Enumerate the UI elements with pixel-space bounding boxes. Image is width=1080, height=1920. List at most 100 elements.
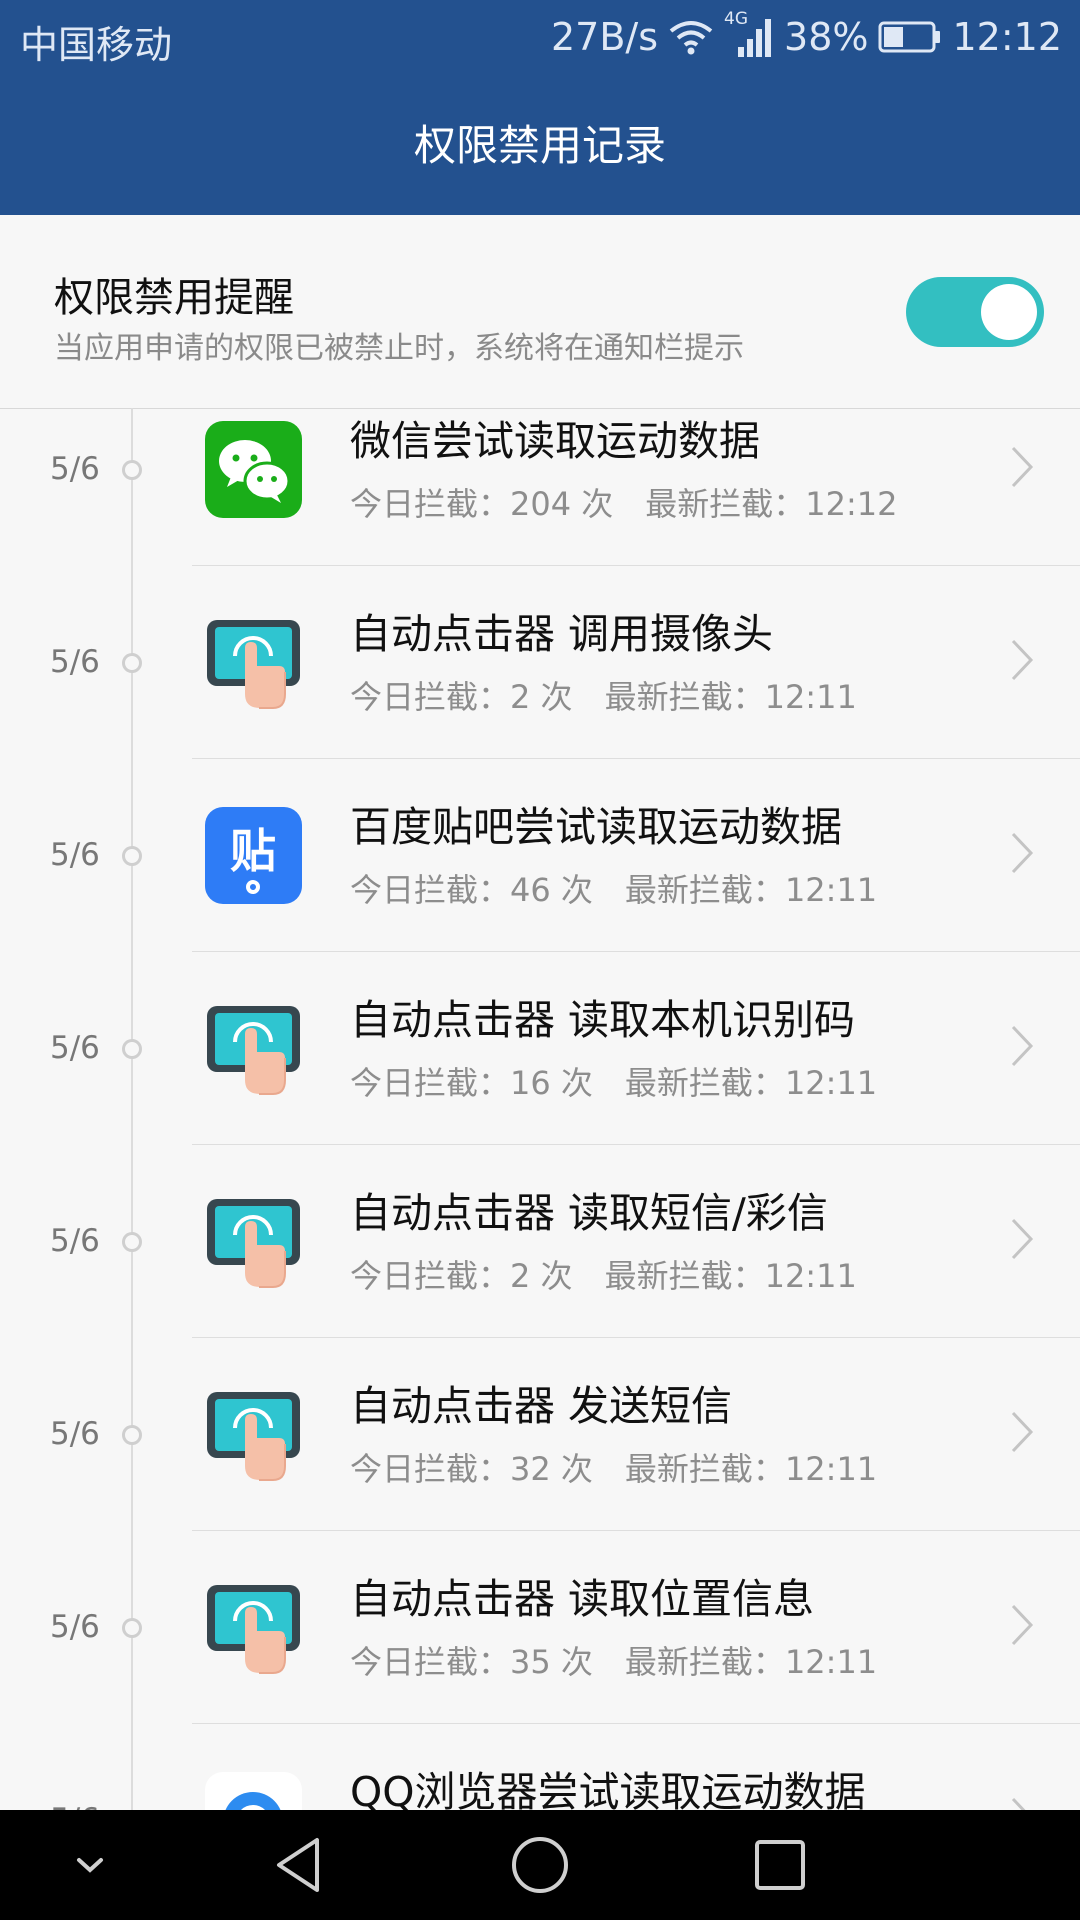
today-label: 今日拦截： [350,1450,511,1488]
setting-subtitle: 当应用申请的权限已被禁止时，系统将在通知栏提示 [54,331,744,366]
today-count: 2 次 [510,1257,573,1295]
auto-clicker-app-icon [205,1386,302,1483]
top-bar: 中国移动 27B/s 4G 38% 12:12 权限禁用记录 [0,0,1080,215]
reminder-toggle[interactable] [906,277,1044,347]
record-title: 自动点击器 调用摄像头 [350,610,774,658]
record-title: 自动点击器 发送短信 [350,1382,733,1430]
timeline-dot [122,460,142,480]
cellular-signal-icon: 4G [724,9,774,59]
record-date: 5/6 [50,451,100,487]
status-icons: 27B/s 4G 38% 12:12 [550,9,1062,62]
record-title: 微信尝试读取运动数据 [350,417,760,465]
today-count: 35 次 [510,1643,593,1681]
record-date: 5/6 [50,1416,100,1452]
record-row[interactable]: 5/6QQ浏览器尝试读取运动数据今日拦截：最新拦截： [0,1724,1080,1810]
latest-label: 最新拦截： [604,678,765,716]
record-row[interactable]: 5/6 微信尝试读取运动数据今日拦截：204 次最新拦截：12:12 [0,408,1080,566]
latest-label: 最新拦截： [645,485,806,523]
record-row[interactable]: 5/6 自动点击器 读取位置信息 今日拦截：35 次最新拦截：12:11 [0,1531,1080,1724]
svg-text:贴: 贴 [230,824,276,878]
latest-label: 最新拦截： [624,1643,785,1681]
today-count: 32 次 [510,1450,593,1488]
chevron-right-icon [1011,832,1034,874]
record-stats: 今日拦截：2 次最新拦截：12:11 [350,1251,857,1297]
record-title: QQ浏览器尝试读取运动数据 [350,1768,866,1810]
record-date: 5/6 [50,1030,100,1066]
today-count: 46 次 [510,871,593,909]
baidu-tieba-app-icon: 贴 [205,807,302,904]
record-date: 5/6 [50,1609,100,1645]
today-label: 今日拦截： [350,485,511,523]
record-title: 百度贴吧尝试读取运动数据 [350,803,842,851]
record-row[interactable]: 5/6 自动点击器 调用摄像头今日拦截：2 次最新拦截：12:11 [0,566,1080,759]
timeline-dot [122,1232,142,1252]
timeline-dot [122,1618,142,1638]
latest-label: 最新拦截： [604,1257,765,1295]
latest-time: 12:11 [784,871,878,909]
chevron-right-icon [1011,446,1034,488]
timeline-dot [122,846,142,866]
record-title: 自动点击器 读取短信/彩信 [350,1189,828,1237]
auto-clicker-app-icon [205,1000,302,1097]
today-count: 16 次 [510,1064,593,1102]
today-count: 2 次 [510,678,573,716]
recents-icon[interactable] [745,1830,815,1900]
chevron-right-icon [1011,1025,1034,1067]
page-title: 权限禁用记录 [413,121,666,170]
latest-label: 最新拦截： [624,871,785,909]
clock: 12:12 [952,15,1062,59]
record-stats: 今日拦截：32 次最新拦截：12:11 [350,1444,877,1490]
chevron-right-icon [1011,639,1034,681]
latest-time: 12:11 [784,1643,878,1681]
back-icon[interactable] [265,1830,335,1900]
chevron-right-icon [1011,1411,1034,1453]
today-label: 今日拦截： [350,1257,511,1295]
status-bar: 中国移动 27B/s 4G 38% 12:12 [0,0,1080,75]
toggle-knob [981,284,1037,340]
record-date: 5/6 [50,837,100,873]
record-stats: 今日拦截：204 次最新拦截：12:12 [350,479,898,525]
record-row[interactable]: 5/6 自动点击器 发送短信今日拦截：32 次最新拦截：12:11 [0,1338,1080,1531]
record-row[interactable]: 5/6 自动点击器 读取短信/彩信 今日拦截：2 次最新拦截：12:11 [0,1145,1080,1338]
latest-label: 最新拦截： [624,1064,785,1102]
home-icon[interactable] [505,1830,575,1900]
today-label: 今日拦截： [350,1064,511,1102]
record-stats: 今日拦截：46 次最新拦截：12:11 [350,865,877,911]
timeline-dot [122,1039,142,1059]
record-stats: 今日拦截：2 次最新拦截：12:11 [350,672,857,718]
timeline-dot [122,1425,142,1445]
auto-clicker-app-icon [205,614,302,711]
record-row[interactable]: 5/6 自动点击器 读取本机识别码 今日拦截：16 次最新拦截：12:11 [0,952,1080,1145]
auto-clicker-app-icon [205,1193,302,1290]
latest-label: 最新拦截： [624,1450,785,1488]
network-speed: 27B/s [550,15,659,59]
record-row[interactable]: 5/6 贴 百度贴吧尝试读取运动数据 今日拦截：46 次最新拦截：12:11 [0,759,1080,952]
chevron-down-icon[interactable] [55,1830,125,1900]
chevron-right-icon [1011,1604,1034,1646]
record-title: 自动点击器 读取本机识别码 [350,996,856,1044]
latest-time: 12:11 [764,678,857,716]
carrier-label: 中国移动 [20,23,173,67]
latest-time: 12:12 [805,485,898,523]
auto-clicker-app-icon [205,1579,302,1676]
record-date: 5/6 [50,1724,100,1810]
record-date: 5/6 [50,1223,100,1259]
latest-time: 12:11 [784,1450,878,1488]
record-date: 5/6 [50,644,100,680]
wifi-icon [668,19,714,55]
qq-browser-app-icon [205,1772,302,1810]
record-list[interactable]: 5/6 微信尝试读取运动数据 今日拦截：204 次最新拦截：12:12 5/6 自动点击… [0,408,1080,1810]
record-stats: 今日拦截：35 次最新拦截：12:11 [350,1637,877,1683]
battery-icon [878,20,942,54]
today-count: 204 次 [510,485,614,523]
chevron-right-icon [1011,1218,1034,1260]
today-label: 今日拦截： [350,1643,511,1681]
wechat-app-icon [205,421,302,518]
latest-time: 12:11 [764,1257,857,1295]
setting-title: 权限禁用提醒 [54,275,294,321]
latest-time: 12:11 [784,1064,878,1102]
navigation-bar [0,1810,1080,1920]
record-stats: 今日拦截：16 次最新拦截：12:11 [350,1058,877,1104]
today-label: 今日拦截： [350,678,511,716]
today-label: 今日拦截： [350,871,511,909]
